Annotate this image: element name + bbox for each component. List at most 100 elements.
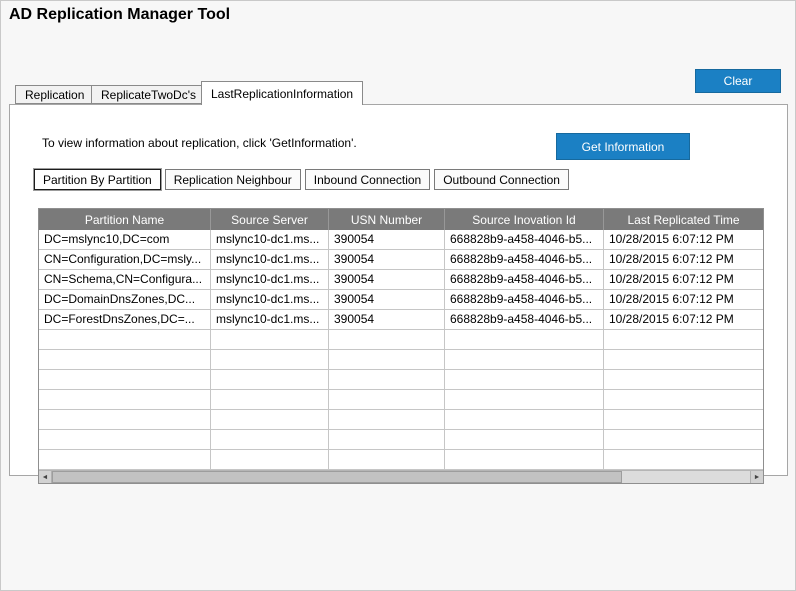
table-cell — [604, 430, 763, 449]
table-row — [39, 330, 763, 350]
table-cell: 10/28/2015 6:07:12 PM — [604, 270, 763, 289]
column-header[interactable]: USN Number — [329, 209, 445, 230]
grid-header: Partition NameSource ServerUSN NumberSou… — [39, 209, 763, 230]
table-cell — [329, 430, 445, 449]
tab-lastreplicationinformation[interactable]: LastReplicationInformation — [201, 81, 363, 105]
table-cell — [604, 370, 763, 389]
table-row[interactable]: DC=mslync10,DC=commslync10-dc1.ms...3900… — [39, 230, 763, 250]
table-cell — [445, 450, 604, 469]
table-row — [39, 450, 763, 470]
table-cell: 668828b9-a458-4046-b5... — [445, 270, 604, 289]
table-cell: 668828b9-a458-4046-b5... — [445, 250, 604, 269]
table-cell — [39, 330, 211, 349]
get-information-button[interactable]: Get Information — [556, 133, 690, 160]
table-cell — [445, 330, 604, 349]
table-cell: 10/28/2015 6:07:12 PM — [604, 310, 763, 329]
grid-body: DC=mslync10,DC=commslync10-dc1.ms...3900… — [39, 230, 763, 470]
table-cell — [445, 430, 604, 449]
table-cell — [39, 390, 211, 409]
table-cell — [329, 330, 445, 349]
table-cell: 668828b9-a458-4046-b5... — [445, 290, 604, 309]
table-cell — [329, 450, 445, 469]
table-cell — [604, 390, 763, 409]
table-cell — [604, 410, 763, 429]
table-cell: 668828b9-a458-4046-b5... — [445, 230, 604, 249]
table-cell: mslync10-dc1.ms... — [211, 310, 329, 329]
table-cell: mslync10-dc1.ms... — [211, 270, 329, 289]
subtab-inbound-connection[interactable]: Inbound Connection — [305, 169, 430, 190]
scroll-right-button[interactable]: ► — [750, 471, 763, 483]
table-cell: 390054 — [329, 310, 445, 329]
table-cell — [604, 330, 763, 349]
table-cell: 10/28/2015 6:07:12 PM — [604, 230, 763, 249]
table-cell — [445, 390, 604, 409]
column-header[interactable]: Source Server — [211, 209, 329, 230]
subtab-replication-neighbour[interactable]: Replication Neighbour — [165, 169, 301, 190]
table-row[interactable]: CN=Schema,CN=Configura...mslync10-dc1.ms… — [39, 270, 763, 290]
table-cell: mslync10-dc1.ms... — [211, 230, 329, 249]
subtab-strip: Partition By Partition Replication Neigh… — [34, 169, 569, 190]
table-row — [39, 390, 763, 410]
table-cell — [329, 350, 445, 369]
table-cell: 390054 — [329, 250, 445, 269]
table-cell: 390054 — [329, 270, 445, 289]
clear-button[interactable]: Clear — [695, 69, 781, 93]
tab-page-lastreplicationinformation: To view information about replication, c… — [9, 104, 788, 476]
table-cell — [445, 370, 604, 389]
table-cell — [604, 450, 763, 469]
table-row — [39, 350, 763, 370]
table-cell — [445, 350, 604, 369]
horizontal-scrollbar[interactable]: ◄ ► — [39, 470, 763, 483]
column-header[interactable]: Last Replicated Time — [604, 209, 763, 230]
table-cell — [211, 350, 329, 369]
table-cell — [329, 410, 445, 429]
table-cell: 390054 — [329, 230, 445, 249]
table-cell — [39, 450, 211, 469]
table-cell — [211, 430, 329, 449]
table-cell — [445, 410, 604, 429]
table-cell — [39, 430, 211, 449]
table-cell: DC=ForestDnsZones,DC=... — [39, 310, 211, 329]
table-cell — [39, 350, 211, 369]
table-cell: DC=DomainDnsZones,DC... — [39, 290, 211, 309]
table-row — [39, 370, 763, 390]
tab-replication[interactable]: Replication — [15, 85, 94, 104]
table-cell: CN=Schema,CN=Configura... — [39, 270, 211, 289]
table-row — [39, 430, 763, 450]
scroll-left-icon: ◄ — [42, 474, 49, 481]
table-cell: 10/28/2015 6:07:12 PM — [604, 290, 763, 309]
table-row[interactable]: DC=DomainDnsZones,DC...mslync10-dc1.ms..… — [39, 290, 763, 310]
table-cell — [329, 390, 445, 409]
table-cell — [604, 350, 763, 369]
table-cell: DC=mslync10,DC=com — [39, 230, 211, 249]
table-row — [39, 410, 763, 430]
table-cell — [211, 370, 329, 389]
table-cell: 668828b9-a458-4046-b5... — [445, 310, 604, 329]
table-cell: mslync10-dc1.ms... — [211, 250, 329, 269]
scroll-left-button[interactable]: ◄ — [39, 471, 52, 483]
column-header[interactable]: Source Inovation Id — [445, 209, 604, 230]
table-cell — [329, 370, 445, 389]
page-title: AD Replication Manager Tool — [9, 6, 230, 24]
table-cell — [211, 330, 329, 349]
instruction-text: To view information about replication, c… — [42, 136, 357, 150]
table-row[interactable]: DC=ForestDnsZones,DC=...mslync10-dc1.ms.… — [39, 310, 763, 330]
table-cell: 10/28/2015 6:07:12 PM — [604, 250, 763, 269]
table-cell — [211, 410, 329, 429]
subtab-partition-by-partition[interactable]: Partition By Partition — [34, 169, 161, 190]
table-cell: CN=Configuration,DC=msly... — [39, 250, 211, 269]
scrollbar-thumb[interactable] — [52, 471, 622, 483]
table-cell — [39, 410, 211, 429]
tab-replicatetwodcs[interactable]: ReplicateTwoDc's — [91, 85, 206, 104]
table-cell — [211, 450, 329, 469]
subtab-outbound-connection[interactable]: Outbound Connection — [434, 169, 569, 190]
app-window: AD Replication Manager Tool Clear Replic… — [0, 0, 796, 591]
column-header[interactable]: Partition Name — [39, 209, 211, 230]
table-cell — [211, 390, 329, 409]
table-cell — [39, 370, 211, 389]
data-grid: Partition NameSource ServerUSN NumberSou… — [38, 208, 764, 484]
table-row[interactable]: CN=Configuration,DC=msly...mslync10-dc1.… — [39, 250, 763, 270]
table-cell: mslync10-dc1.ms... — [211, 290, 329, 309]
scroll-right-icon: ► — [754, 474, 761, 481]
table-cell: 390054 — [329, 290, 445, 309]
